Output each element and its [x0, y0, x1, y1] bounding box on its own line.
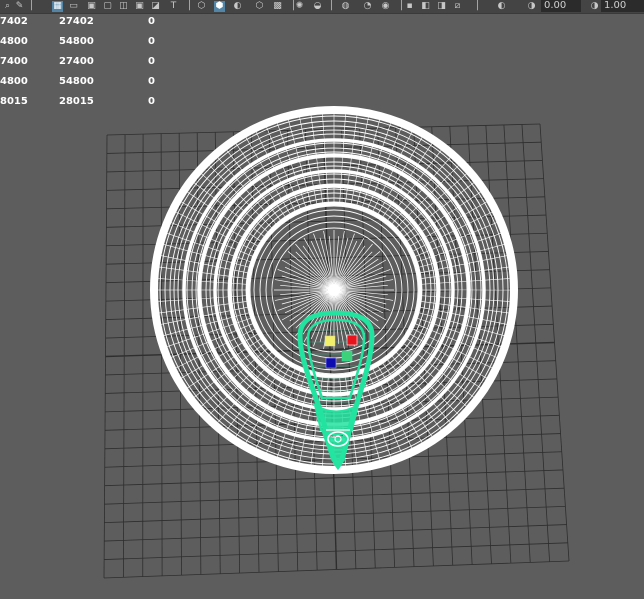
- hud-extra: 0: [148, 36, 155, 47]
- hud-row: 7400 27400 0: [0, 54, 200, 74]
- hud-row: 8015 28015 0: [0, 94, 200, 114]
- hud-row: 7402 27402 0: [0, 14, 200, 34]
- hud-extra: 0: [148, 16, 155, 27]
- hud-row: 4800 54800 0: [0, 34, 200, 54]
- hud-value: 28015: [59, 96, 94, 107]
- hud-extra: 0: [148, 56, 155, 67]
- hud-value: 27400: [59, 56, 94, 67]
- hud-value: 27402: [59, 16, 94, 27]
- hud-extra: 0: [148, 76, 155, 87]
- disk-center-pole: [328, 284, 340, 296]
- hud-label: 7400: [0, 56, 28, 67]
- hud-label: 4800: [0, 76, 28, 87]
- hud-label: 7402: [0, 16, 28, 27]
- hud-value: 54800: [59, 36, 94, 47]
- hud-label: 4800: [0, 36, 28, 47]
- disk-radial-edge: [158, 295, 249, 302]
- blue-locator[interactable]: [325, 357, 337, 369]
- green-locator[interactable]: [341, 350, 353, 362]
- red-locator[interactable]: [346, 334, 358, 346]
- disk-radial-edge: [419, 278, 510, 285]
- hud-row: 4800 54800 0: [0, 74, 200, 94]
- heads-up-display-poly-count: 7402 27402 0 4800 54800 0 7400 27400 0 4800 54800 0…: [0, 14, 200, 114]
- hud-value: 54800: [59, 76, 94, 87]
- yellow-locator[interactable]: [324, 335, 336, 347]
- hud-label: 8015: [0, 96, 28, 107]
- disk-radial-edge: [339, 114, 346, 205]
- hud-extra: 0: [148, 96, 155, 107]
- disk-radial-edge: [158, 278, 249, 285]
